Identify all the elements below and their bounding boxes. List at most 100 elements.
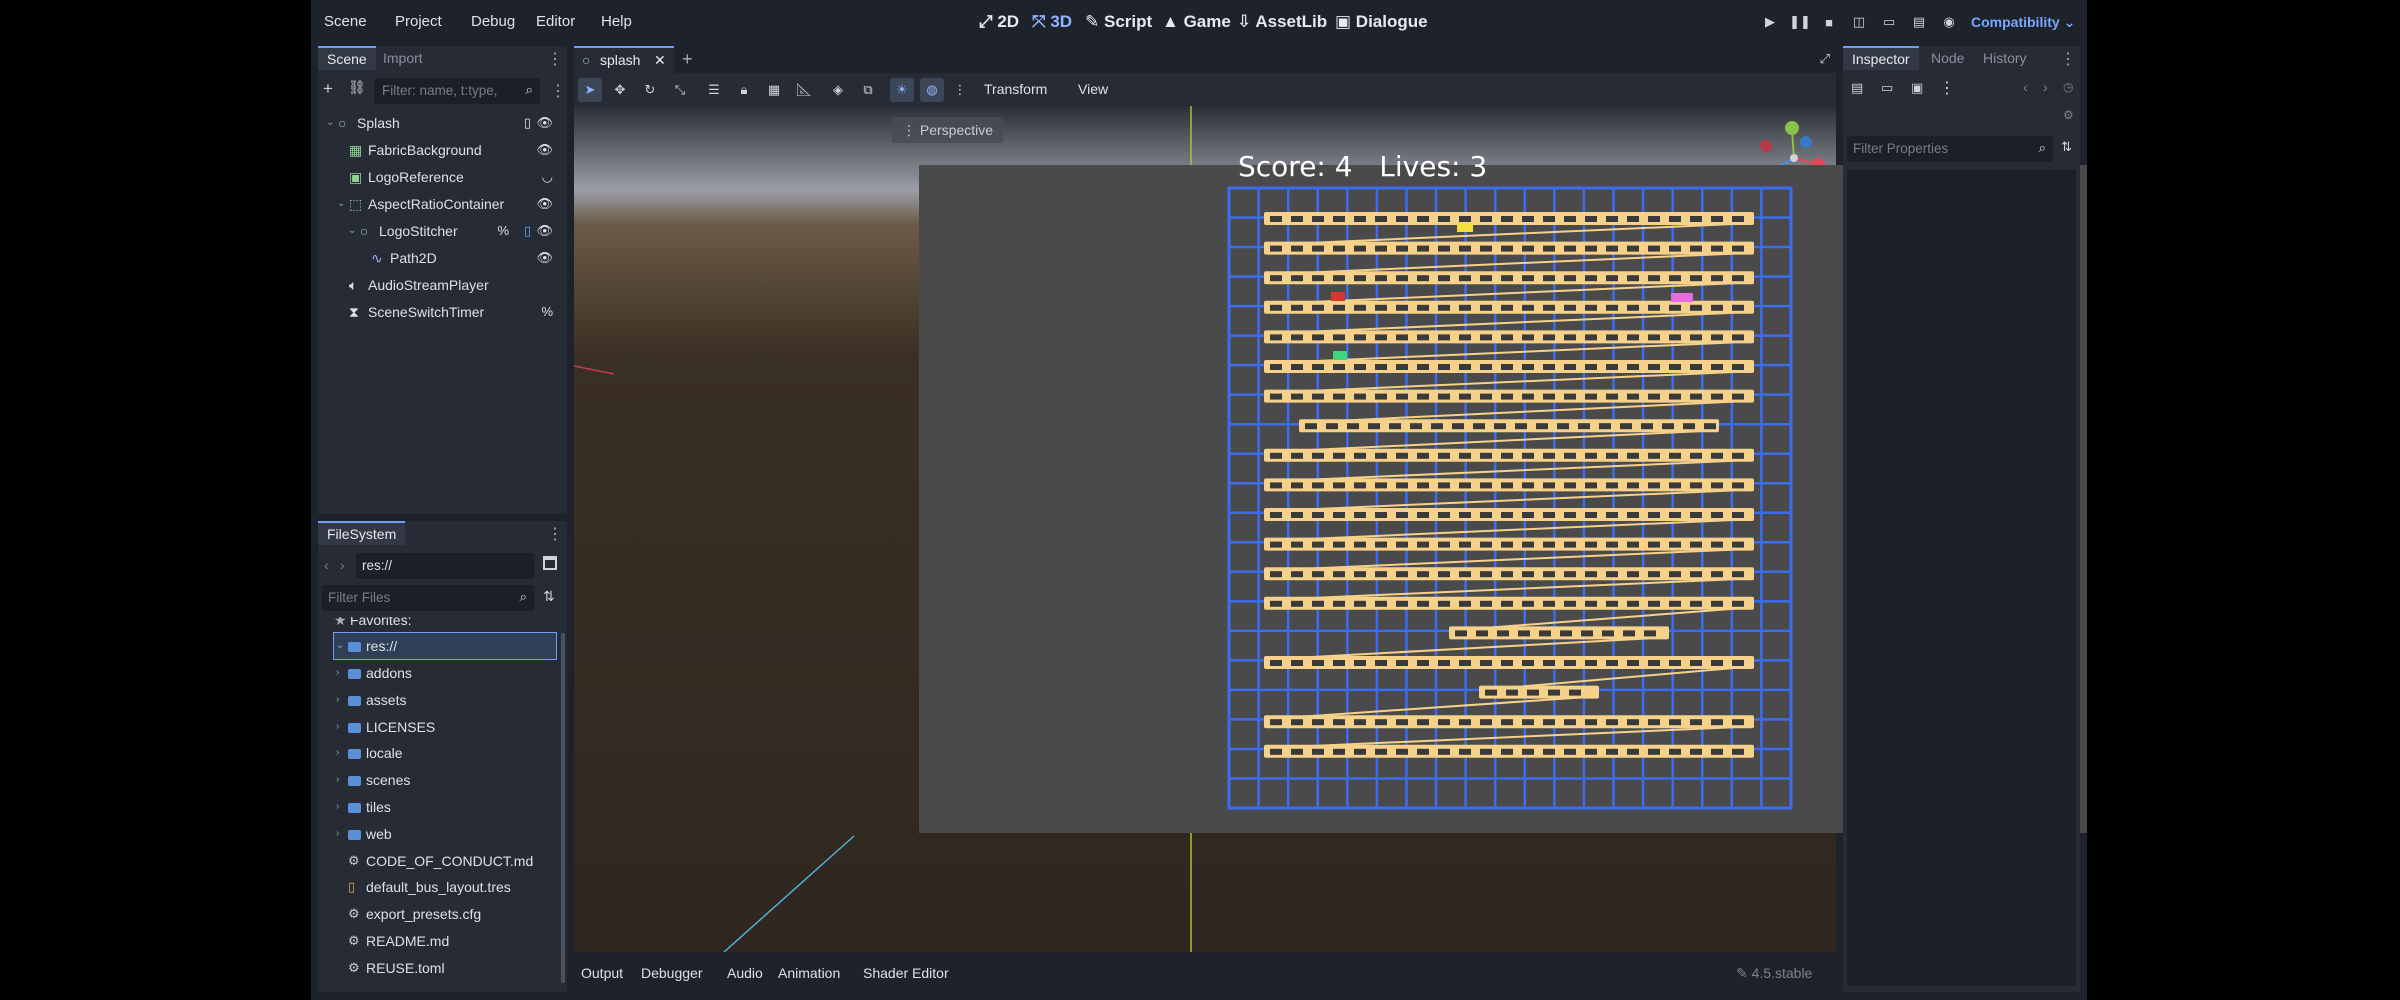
snap-icon[interactable]: ⧉ — [856, 78, 880, 102]
scene-node-logoreference[interactable]: ▣ LogoReference ◡ — [324, 164, 561, 190]
renderer-select[interactable]: Compatibility ⌄ — [1971, 0, 2075, 44]
mode-script-button[interactable]: ✎ Script — [1085, 0, 1152, 44]
expand-arrow-icon[interactable]: ⌄ — [337, 191, 345, 217]
environment-preview-icon[interactable]: ◍ — [920, 78, 944, 102]
file-item[interactable]: ⚙ REUSE.toml — [324, 955, 554, 981]
view-menu[interactable]: View — [1078, 73, 1108, 106]
transform-menu[interactable]: Transform — [984, 73, 1047, 106]
filesystem-menu-icon[interactable]: ⋮ — [547, 523, 563, 547]
sort-icon[interactable]: ⇅ — [543, 588, 555, 605]
scale-tool-icon[interactable]: ⤡ — [668, 78, 692, 102]
visibility-icon[interactable]: 👁︎ — [536, 110, 553, 136]
file-item[interactable]: › addons — [324, 660, 554, 686]
inspector-menu-icon[interactable]: ⋮ — [2060, 48, 2076, 72]
tab-audio[interactable]: Audio — [727, 952, 763, 994]
visibility-icon[interactable]: 👁︎ — [536, 245, 553, 271]
path-field[interactable]: res:// — [356, 553, 534, 579]
split-view-icon[interactable] — [543, 556, 557, 570]
movie-maker-icon[interactable]: ◉ — [1937, 10, 1961, 34]
mode-game-button[interactable]: ▲ Game — [1162, 0, 1231, 44]
hidden-icon[interactable]: ◡ — [542, 164, 553, 190]
move-tool-icon[interactable]: ✥ — [608, 78, 632, 102]
chevron-right-icon[interactable]: › — [336, 660, 339, 686]
play-button[interactable]: ▶ — [1758, 10, 1782, 34]
script-icon[interactable]: ▯ — [524, 218, 531, 244]
scene-node-audiostreamplayer[interactable]: 🔈︎ AudioStreamPlayer — [324, 272, 561, 298]
menu-scene[interactable]: Scene — [324, 0, 367, 44]
file-item[interactable]: ⚙ README.md — [324, 928, 554, 954]
tab-splash[interactable]: ○ splash ✕ — [574, 46, 674, 73]
unique-name-icon[interactable]: % — [541, 299, 553, 325]
scene-node-aspectratiocontainer[interactable]: ⌄ ⬚ AspectRatioContainer 👁︎ — [324, 191, 561, 217]
chevron-right-icon[interactable]: › — [336, 714, 339, 740]
mode-2d-button[interactable]: ⤢ 2D — [979, 0, 1019, 44]
folder-res-root[interactable]: ⌄ res:// — [333, 632, 557, 660]
expand-arrow-icon[interactable]: ⌄ — [336, 633, 344, 659]
ruler-icon[interactable]: 📐︎ — [792, 78, 816, 102]
rotate-tool-icon[interactable]: ↻ — [638, 78, 662, 102]
filesystem-scrollbar[interactable] — [561, 633, 565, 983]
scene-node-logostitcher[interactable]: ⌄ ○ LogoStitcher 👁︎ ▯% — [324, 218, 561, 244]
file-item[interactable]: › locale — [324, 740, 554, 766]
play-custom-icon[interactable]: ▤ — [1907, 10, 1931, 34]
remote-debug-icon[interactable]: ◫ — [1847, 10, 1871, 34]
open-resource-icon[interactable]: ▭ — [1881, 80, 1893, 96]
distraction-free-icon[interactable]: ⤢ — [1820, 51, 1830, 67]
filter-properties-input[interactable]: Filter Properties ⌕ — [1847, 136, 2053, 162]
forward-icon[interactable]: › — [340, 557, 345, 573]
local-space-icon[interactable]: ◈ — [826, 78, 850, 102]
tab-animation[interactable]: Animation — [778, 952, 840, 994]
visibility-icon[interactable]: 👁︎ — [536, 191, 553, 217]
tab-shader-editor[interactable]: Shader Editor — [863, 952, 949, 994]
tab-inspector[interactable]: Inspector — [1843, 46, 1919, 70]
scene-node-path2d[interactable]: ∿ Path2D 👁︎ — [324, 245, 561, 271]
lock-icon[interactable]: 🔒︎ — [732, 78, 756, 102]
object-tools-icon[interactable]: ⚙ — [2063, 108, 2074, 122]
resource-options-icon[interactable]: ⋮ — [1939, 78, 1955, 98]
list-select-icon[interactable]: ☰ — [702, 78, 726, 102]
play-scene-icon[interactable]: ▭ — [1877, 10, 1901, 34]
chevron-right-icon[interactable]: › — [336, 794, 339, 820]
visibility-icon[interactable]: 👁︎ — [536, 137, 553, 163]
menu-editor[interactable]: Editor — [536, 0, 575, 44]
tab-node[interactable]: Node — [1922, 46, 1973, 70]
file-item[interactable]: ⚙ export_presets.cfg — [324, 901, 554, 927]
tab-output[interactable]: Output — [581, 952, 623, 994]
filter-files-input[interactable]: Filter Files ⌕ — [322, 585, 534, 611]
expand-arrow-icon[interactable]: ⌄ — [326, 110, 334, 136]
scene-node-splash[interactable]: ⌄ ○ Splash 👁︎ ▯ — [324, 110, 561, 136]
scene-node-fabricbackground[interactable]: ▦ FabricBackground 👁︎ — [324, 137, 561, 163]
chevron-right-icon[interactable]: › — [336, 767, 339, 793]
file-item[interactable]: › tiles — [324, 794, 554, 820]
script-icon[interactable]: ▯ — [524, 110, 531, 136]
chevron-right-icon[interactable]: › — [336, 687, 339, 713]
file-item[interactable]: › scenes — [324, 767, 554, 793]
property-options-icon[interactable]: ⇅ — [2061, 139, 2072, 155]
mode-dialogue-button[interactable]: ▣ Dialogue — [1335, 0, 1428, 44]
dock-menu-icon[interactable]: ⋮ — [547, 48, 563, 72]
chevron-right-icon[interactable]: › — [336, 821, 339, 847]
instance-scene-icon[interactable]: ⛓ — [348, 79, 368, 101]
mode-assetlib-button[interactable]: ⇩ AssetLib — [1237, 0, 1327, 44]
group-icon[interactable]: ▦ — [762, 78, 786, 102]
file-item[interactable]: › assets — [324, 687, 554, 713]
mode-3d-button[interactable]: ⤧ 3D — [1032, 0, 1072, 44]
new-resource-icon[interactable]: ▤ — [1851, 80, 1863, 96]
stop-button[interactable]: ■ — [1817, 10, 1841, 34]
tab-debugger[interactable]: Debugger — [641, 952, 703, 994]
menu-help[interactable]: Help — [601, 0, 632, 44]
visibility-icon[interactable]: 👁︎ — [536, 218, 553, 244]
pause-button[interactable]: ❚❚ — [1788, 10, 1812, 34]
tab-filesystem[interactable]: FileSystem — [318, 521, 406, 545]
scene-node-sceneswitchtimer[interactable]: ⧗ SceneSwitchTimer% — [324, 299, 561, 325]
scene-options-icon[interactable]: ⋮ — [550, 81, 566, 101]
tab-history[interactable]: History — [1974, 46, 2036, 70]
file-item[interactable]: ▯ default_bus_layout.tres — [324, 874, 554, 900]
file-item[interactable]: ⚙ CODE_OF_CONDUCT.md — [324, 848, 554, 874]
close-icon[interactable]: ✕ — [654, 48, 666, 73]
file-item[interactable]: › web — [324, 821, 554, 847]
back-icon[interactable]: ‹ — [324, 557, 329, 573]
toolbar-options-icon[interactable]: ⋮ — [948, 78, 972, 102]
history-forward-icon[interactable]: › — [2043, 79, 2048, 95]
add-node-icon[interactable]: + — [323, 79, 343, 101]
